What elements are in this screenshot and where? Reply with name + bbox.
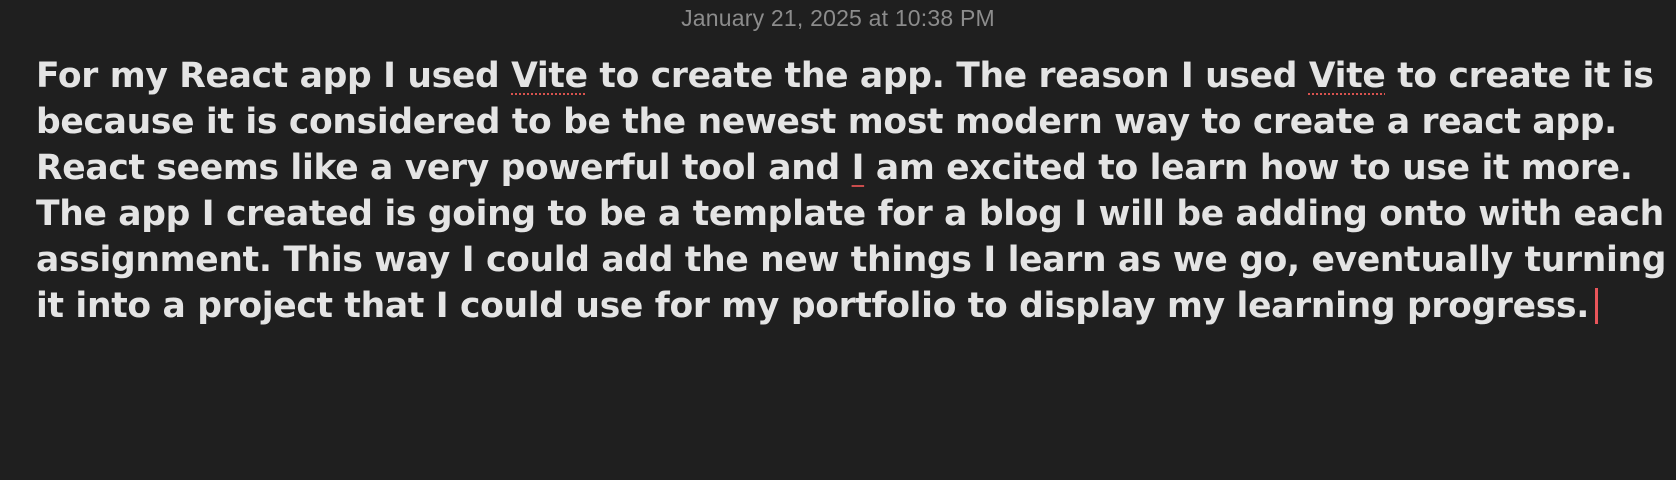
text-segment: to create it is xyxy=(1385,56,1654,96)
text-segment: The app I created is going to be a templ… xyxy=(36,194,1664,234)
text-segment: because it is considered to be the newes… xyxy=(36,102,1617,142)
text-segment: it into a project that I could use for m… xyxy=(36,286,1590,326)
note-line-6: it into a project that I could use for m… xyxy=(36,283,1656,329)
note-line-5: assignment. This way I could add the new… xyxy=(36,237,1666,283)
note-line-4: The app I created is going to be a templ… xyxy=(36,191,1664,237)
text-segment: am excited to learn how to use it more. xyxy=(864,148,1633,188)
note-line-2: because it is considered to be the newes… xyxy=(36,99,1656,145)
text-cursor xyxy=(1595,288,1599,324)
grammar-flagged-word[interactable]: I xyxy=(852,148,865,188)
text-segment: React seems like a very powerful tool an… xyxy=(36,148,852,188)
note-line-3: React seems like a very powerful tool an… xyxy=(36,145,1656,191)
note-line-1: For my React app I used Vite to create t… xyxy=(36,53,1656,99)
misspelled-word-vite[interactable]: Vite xyxy=(1309,56,1386,96)
misspelled-word-vite[interactable]: Vite xyxy=(511,56,588,96)
text-segment: to create the app. The reason I used xyxy=(587,56,1309,96)
note-timestamp: January 21, 2025 at 10:38 PM xyxy=(681,5,995,31)
text-segment: assignment. This way I could add the new… xyxy=(36,240,1667,280)
note-editor[interactable]: For my React app I used Vite to create t… xyxy=(36,53,1666,329)
text-segment: For my React app I used xyxy=(36,56,512,96)
